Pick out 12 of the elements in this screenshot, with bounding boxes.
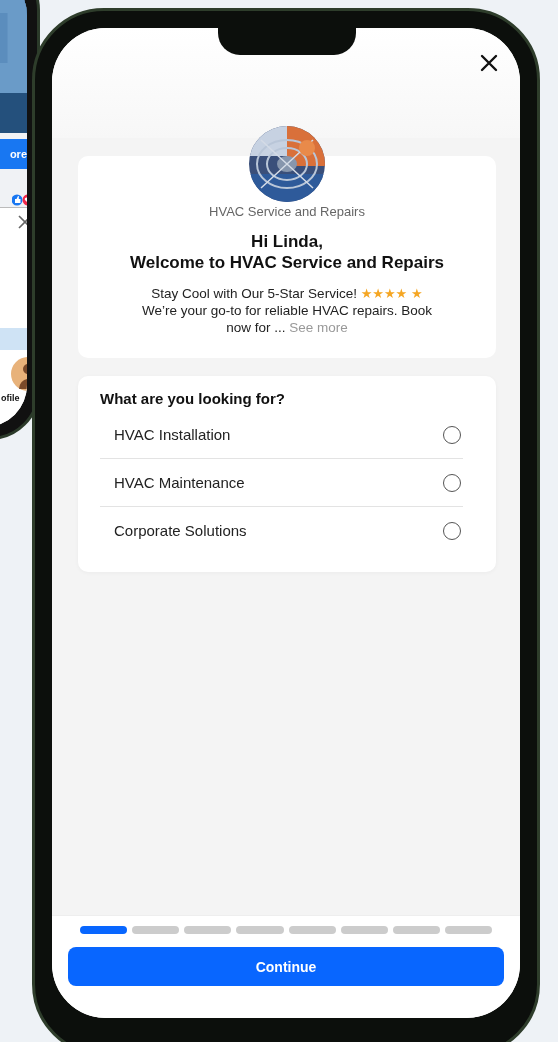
description-text: Stay Cool with Our 5-Star Service! ★★★★ ★ We’re your go-to for reliable HVAC repairs. Book now for ... See more <box>141 285 433 336</box>
continue-button[interactable]: Continue <box>68 947 504 986</box>
profile-label: ofile <box>1 393 20 403</box>
option-label[interactable]: Corporate Solutions <box>114 522 247 539</box>
option-label[interactable]: HVAC Maintenance <box>114 474 245 491</box>
welcome-title: Welcome to HVAC Service and Repairs <box>129 252 445 273</box>
more-button[interactable]: ore <box>0 139 27 169</box>
business-name: HVAC Service and Repairs <box>209 204 365 219</box>
close-icon[interactable] <box>480 54 498 72</box>
question-title: What are you looking for? <box>100 390 286 407</box>
option-label[interactable]: HVAC Installation <box>114 426 231 443</box>
greeting-title: Hi Linda, <box>250 231 324 252</box>
